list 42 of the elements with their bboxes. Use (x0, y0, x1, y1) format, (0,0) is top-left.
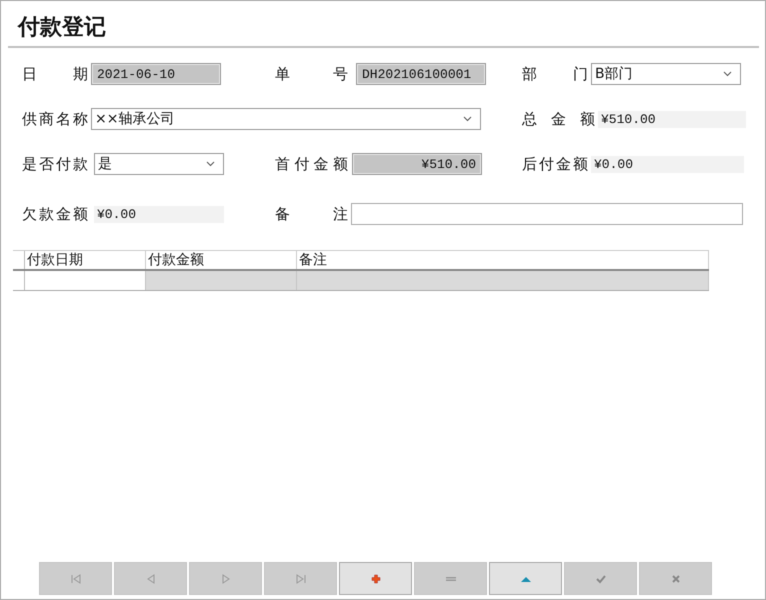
plus-icon (368, 572, 382, 584)
navigator-button[interactable] (639, 562, 712, 595)
dropdown-field[interactable]: ××轴承公司 (91, 108, 481, 130)
window-title: 付款登记 (16, 14, 107, 42)
value-display: ¥0.00 (591, 156, 744, 172)
dropdown-field[interactable]: 是 (94, 153, 224, 175)
field-label: 供商名称 (22, 110, 88, 128)
table-cell[interactable] (146, 271, 297, 290)
last-record-icon (294, 572, 308, 584)
chevron-down-icon (463, 116, 472, 122)
table-cell[interactable] (297, 271, 709, 290)
value-display: ¥0.00 (94, 206, 224, 222)
field-label: 后付金额 (522, 154, 588, 174)
chevron-down-icon (206, 161, 215, 167)
readonly-field[interactable]: DH202106100001 (356, 63, 486, 85)
readonly-field[interactable]: ¥510.00 (352, 153, 482, 175)
field-label: 欠款金额 (22, 204, 88, 224)
first-record-icon (68, 572, 82, 584)
field-label: 总 金 额 (522, 110, 595, 128)
navigator-button[interactable] (114, 562, 187, 595)
navigator-button[interactable] (39, 562, 112, 595)
navigator-button[interactable] (339, 562, 412, 595)
field-label: 是否付款 (22, 154, 88, 174)
column-header[interactable]: 付款金额 (146, 251, 297, 269)
checkmark-icon (594, 572, 608, 584)
readonly-field[interactable]: 2021-06-10 (91, 63, 221, 85)
column-header[interactable]: 备注 (297, 251, 709, 269)
navigator-button[interactable] (264, 562, 337, 595)
navigator-button[interactable] (414, 562, 487, 595)
navigator-button[interactable] (489, 562, 562, 595)
input-field[interactable] (351, 203, 743, 225)
column-header[interactable]: 付款日期 (25, 251, 146, 269)
field-label: 单 号 (275, 64, 348, 84)
chevron-down-icon (723, 71, 732, 77)
field-label: 备 注 (275, 204, 348, 224)
field-label: 部 门 (522, 64, 588, 84)
navigator-button[interactable] (564, 562, 637, 595)
value-display: ¥510.00 (598, 110, 746, 128)
dropdown-field[interactable]: B部门 (591, 63, 741, 85)
field-label: 首付金额 (275, 154, 348, 174)
field-label: 日 期 (22, 64, 88, 84)
navigator-button[interactable] (189, 562, 262, 595)
